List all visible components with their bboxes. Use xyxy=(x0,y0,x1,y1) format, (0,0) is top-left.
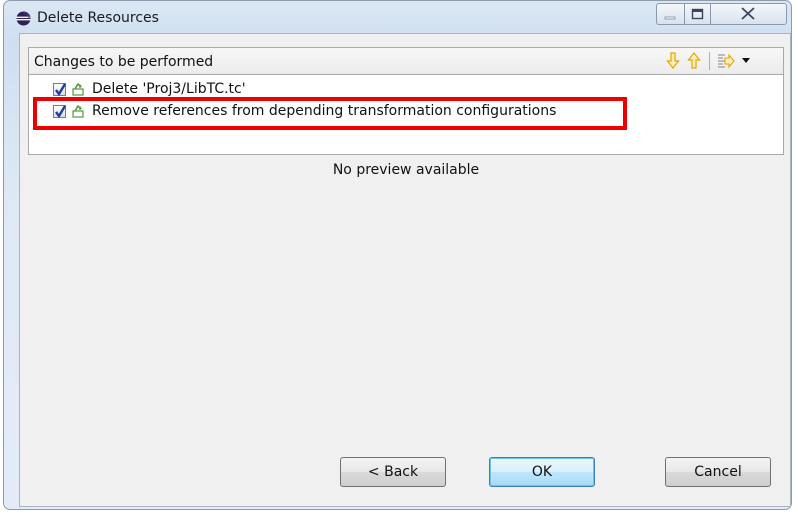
preview-message: No preview available xyxy=(332,162,480,178)
changes-tree: Delete 'Proj3/LibTC.tc' Remove reference… xyxy=(28,75,784,155)
maximize-icon xyxy=(691,8,704,20)
window-title: Delete Resources xyxy=(37,10,159,26)
change-icon xyxy=(72,82,84,96)
changes-header-title: Changes to be performed xyxy=(34,54,214,70)
arrow-down-icon[interactable] xyxy=(666,52,680,70)
minimize-button[interactable] xyxy=(656,3,684,25)
eclipse-icon xyxy=(16,11,31,26)
cancel-button[interactable]: Cancel xyxy=(665,457,771,487)
dialog-content: Changes to be performed Delete 'Proj3/Li… xyxy=(19,33,791,507)
tree-item-label: Delete 'Proj3/LibTC.tc' xyxy=(92,81,246,97)
dropdown-caret-icon[interactable] xyxy=(741,57,751,65)
close-button[interactable] xyxy=(711,3,787,25)
close-icon xyxy=(741,7,755,20)
arrow-up-icon[interactable] xyxy=(687,52,701,70)
changes-header: Changes to be performed xyxy=(28,47,784,75)
back-button[interactable]: < Back xyxy=(340,457,446,487)
dialog-window: Delete Resources Changes to be performed xyxy=(3,0,792,510)
toolbar-separator xyxy=(709,52,710,70)
ok-button[interactable]: OK xyxy=(489,457,595,487)
layout-icon[interactable] xyxy=(716,52,736,70)
highlight-box xyxy=(33,97,627,130)
checkbox[interactable] xyxy=(53,82,67,96)
minimize-icon xyxy=(664,16,676,20)
checkmark-icon xyxy=(55,82,67,96)
maximize-button[interactable] xyxy=(684,3,711,25)
title-bar[interactable]: Delete Resources xyxy=(4,1,791,33)
